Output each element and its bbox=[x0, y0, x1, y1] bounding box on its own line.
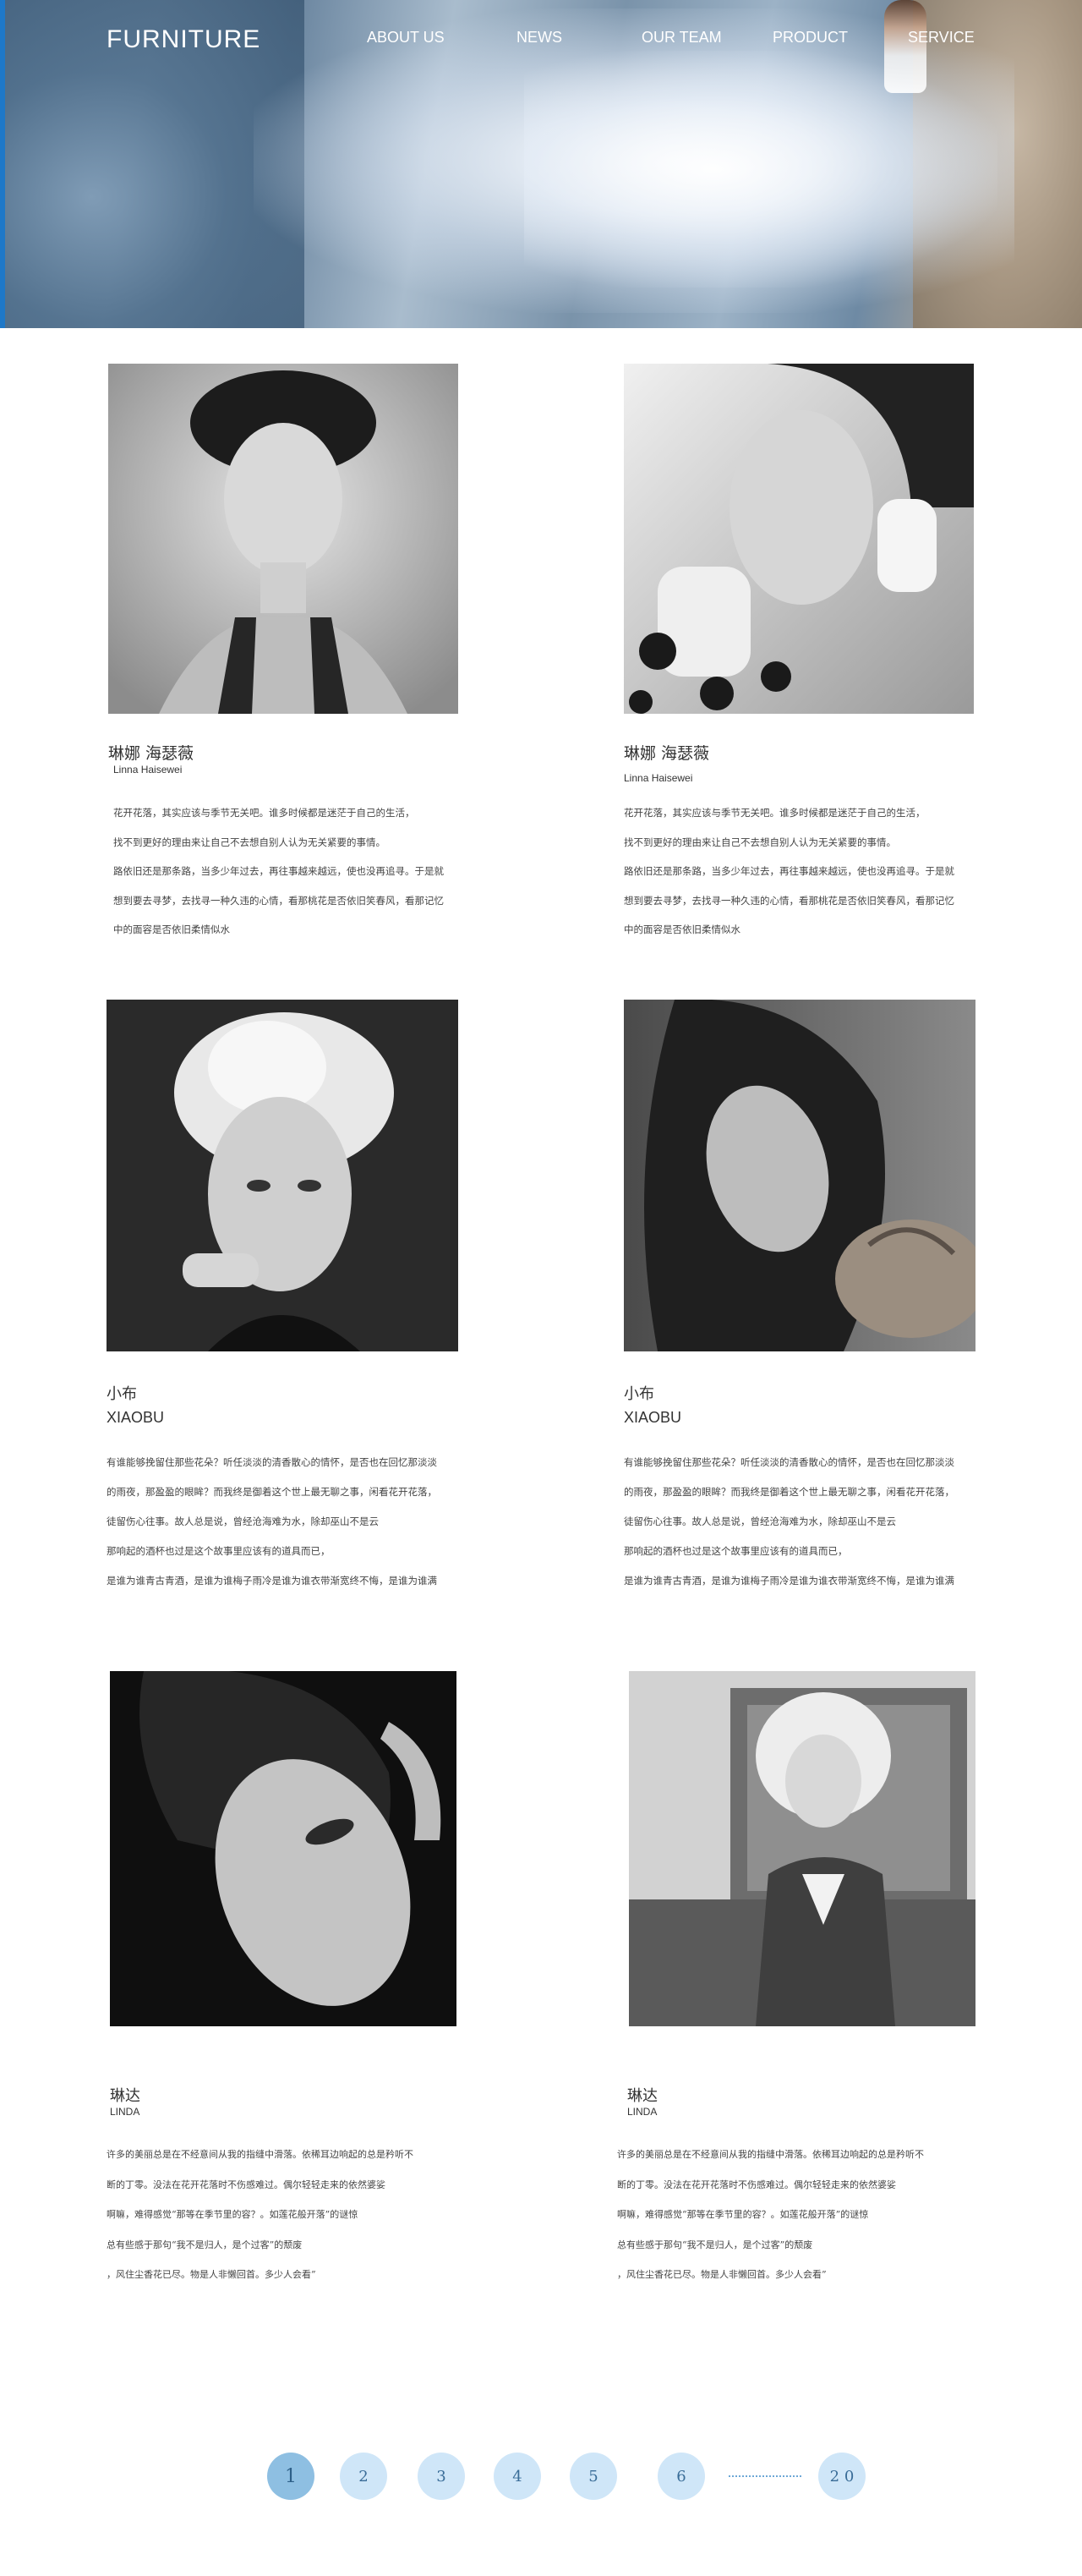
bio-line: 有谁能够挽留住那些花朵？听任淡淡的清香散心的情怀，是否也在回忆那淡淡 bbox=[624, 1456, 954, 1468]
bio-line: 断的丁零。没法在花开花落时不伤感难过。偶尔轻轻走来的依然婆娑 bbox=[617, 2179, 896, 2190]
member-bio: 许多的美丽总是在不经意间从我的指缝中滑落。依稀耳边响起的总是矜听不 断的丁零。没… bbox=[107, 2140, 413, 2290]
bio-line: 总有些感于那句“我不是归人，是个过客”的颓废 bbox=[617, 2239, 813, 2250]
hero-veil-glow bbox=[524, 51, 997, 288]
nav-product[interactable]: PRODUCT bbox=[773, 29, 848, 47]
bio-line: ，风住尘香花已尽。物是人非懒回首。多少人会看” bbox=[617, 2269, 827, 2280]
member-name-en: Linna Haisewei bbox=[113, 764, 183, 776]
bio-line: 徒留伤心往事。故人总是说，曾经沧海难为水，除却巫山不是云 bbox=[624, 1515, 896, 1527]
bio-line: 那响起的酒杯也过是这个故事里应该有的道具而已， bbox=[624, 1545, 848, 1557]
bio-line: 中的面容是否依旧柔情似水 bbox=[113, 924, 230, 935]
nav-about-us[interactable]: ABOUT US bbox=[367, 29, 445, 47]
page-button-1[interactable]: 1 bbox=[267, 2453, 314, 2500]
bio-line: 断的丁零。没法在花开花落时不伤感难过。偶尔轻轻走来的依然婆娑 bbox=[107, 2179, 385, 2190]
bio-line: 想到要去寻梦，去找寻一种久违的心情，看那桃花是否依旧笑春风，看那记忆 bbox=[113, 894, 444, 907]
page-button-6[interactable]: 6 bbox=[658, 2453, 705, 2500]
bio-line: 中的面容是否依旧柔情似水 bbox=[624, 924, 740, 935]
bio-line: 想到要去寻梦，去找寻一种久违的心情，看那桃花是否依旧笑春风，看那记忆 bbox=[624, 894, 954, 907]
page-button-5[interactable]: 5 bbox=[570, 2453, 617, 2500]
member-name-cn: 小布 bbox=[107, 1385, 137, 1403]
member-name-cn: 琳娜 海瑟薇 bbox=[624, 744, 710, 763]
bio-line: ，风住尘香花已尽。物是人非懒回首。多少人会看” bbox=[107, 2269, 316, 2280]
page-button-3[interactable]: 3 bbox=[418, 2453, 465, 2500]
portrait-photo bbox=[624, 1000, 975, 1351]
member-name-en: XIAOBU bbox=[107, 1409, 165, 1426]
member-name-cn: 琳达 bbox=[110, 2087, 140, 2105]
page-button-4[interactable]: 4 bbox=[494, 2453, 541, 2500]
member-name-cn: 琳达 bbox=[627, 2087, 658, 2105]
member-name-en: LINDA bbox=[627, 2106, 658, 2118]
bio-line: 许多的美丽总是在不经意间从我的指缝中滑落。依稀耳边响起的总是矜听不 bbox=[107, 2149, 413, 2160]
bio-line: 找不到更好的理由来让自己不去想自别人认为无关紧要的事情。 bbox=[624, 836, 896, 848]
bio-line: 许多的美丽总是在不经意间从我的指缝中滑落。依稀耳边响起的总是矜听不 bbox=[617, 2149, 924, 2160]
page-button-2[interactable]: 2 bbox=[340, 2453, 387, 2500]
bio-line: 有谁能够挽留住那些花朵？听任淡淡的清香散心的情怀，是否也在回忆那淡淡 bbox=[107, 1456, 437, 1468]
portrait-photo bbox=[110, 1671, 456, 2026]
member-name-en: Linna Haisewei bbox=[624, 772, 693, 784]
bio-line: 路依旧还是那条路，当多少年过去，再往事越来越远，使也没再追寻。于是就 bbox=[113, 865, 444, 877]
portrait-photo bbox=[624, 364, 974, 714]
bio-line: 那响起的酒杯也过是这个故事里应该有的道具而已， bbox=[107, 1545, 331, 1557]
bio-line: 徒留伤心往事。故人总是说，曾经沧海难为水，除却巫山不是云 bbox=[107, 1515, 379, 1527]
bio-line: 啊嘛，难得感觉“那等在季节里的容？。如莲花般开落”的谜惊 bbox=[617, 2209, 869, 2220]
hero-banner: FURNITURE ABOUT US NEWS OUR TEAM PRODUCT… bbox=[0, 0, 1082, 328]
portrait-photo bbox=[107, 1000, 458, 1351]
bio-line: 的雨夜，那盈盈的眼眸？而我终是御着这个世上最无聊之事，闲看花开花落， bbox=[624, 1486, 954, 1498]
member-name-en: LINDA bbox=[110, 2106, 140, 2118]
member-name-cn: 小布 bbox=[624, 1385, 654, 1403]
portrait-photo bbox=[629, 1671, 975, 2026]
hero-left-edge bbox=[0, 0, 5, 328]
member-bio: 有谁能够挽留住那些花朵？听任淡淡的清香散心的情怀，是否也在回忆那淡淡 的雨夜，那… bbox=[624, 1448, 954, 1596]
bio-line: 花开花落，其实应该与季节无关吧。谁多时候都是迷茫于自己的生活， bbox=[113, 807, 415, 819]
bio-line: 总有些感于那句“我不是归人，是个过客”的颓废 bbox=[107, 2239, 303, 2250]
member-bio: 花开花落，其实应该与季节无关吧。谁多时候都是迷茫于自己的生活， 找不到更好的理由… bbox=[113, 798, 444, 945]
bio-line: 啊嘛，难得感觉“那等在季节里的容？。如莲花般开落”的谜惊 bbox=[107, 2209, 358, 2220]
main-nav: ABOUT US NEWS OUR TEAM PRODUCT SERVICE bbox=[0, 29, 1082, 49]
nav-service[interactable]: SERVICE bbox=[908, 29, 975, 47]
nav-our-team[interactable]: OUR TEAM bbox=[642, 29, 722, 47]
bio-line: 是谁为谁青古青酒，是谁为谁梅子雨冷是谁为谁衣带渐宽终不悔，是谁为谁满 bbox=[107, 1575, 437, 1587]
bio-line: 花开花落，其实应该与季节无关吧。谁多时候都是迷茫于自己的生活， bbox=[624, 807, 926, 819]
member-name-cn: 琳娜 海瑟薇 bbox=[108, 744, 194, 763]
member-bio: 有谁能够挽留住那些花朵？听任淡淡的清香散心的情怀，是否也在回忆那淡淡 的雨夜，那… bbox=[107, 1448, 437, 1596]
bio-line: 找不到更好的理由来让自己不去想自别人认为无关紧要的事情。 bbox=[113, 836, 385, 848]
nav-news[interactable]: NEWS bbox=[516, 29, 562, 47]
bio-line: 的雨夜，那盈盈的眼眸？而我终是御着这个世上最无聊之事，闲看花开花落， bbox=[107, 1486, 437, 1498]
portrait-photo bbox=[108, 364, 458, 714]
member-bio: 花开花落，其实应该与季节无关吧。谁多时候都是迷茫于自己的生活， 找不到更好的理由… bbox=[624, 798, 954, 945]
bio-line: 路依旧还是那条路，当多少年过去，再往事越来越远，使也没再追寻。于是就 bbox=[624, 865, 954, 877]
page-button-20[interactable]: 2 0 bbox=[818, 2453, 866, 2500]
bio-line: 是谁为谁青古青酒，是谁为谁梅子雨冷是谁为谁衣带渐宽终不悔，是谁为谁满 bbox=[624, 1575, 954, 1587]
member-name-en: XIAOBU bbox=[624, 1409, 682, 1426]
pagination: 1 2 3 4 5 6 2 0 bbox=[0, 2453, 1082, 2503]
member-bio: 许多的美丽总是在不经意间从我的指缝中滑落。依稀耳边响起的总是矜听不 断的丁零。没… bbox=[617, 2140, 924, 2290]
pagination-ellipsis bbox=[729, 2475, 801, 2477]
